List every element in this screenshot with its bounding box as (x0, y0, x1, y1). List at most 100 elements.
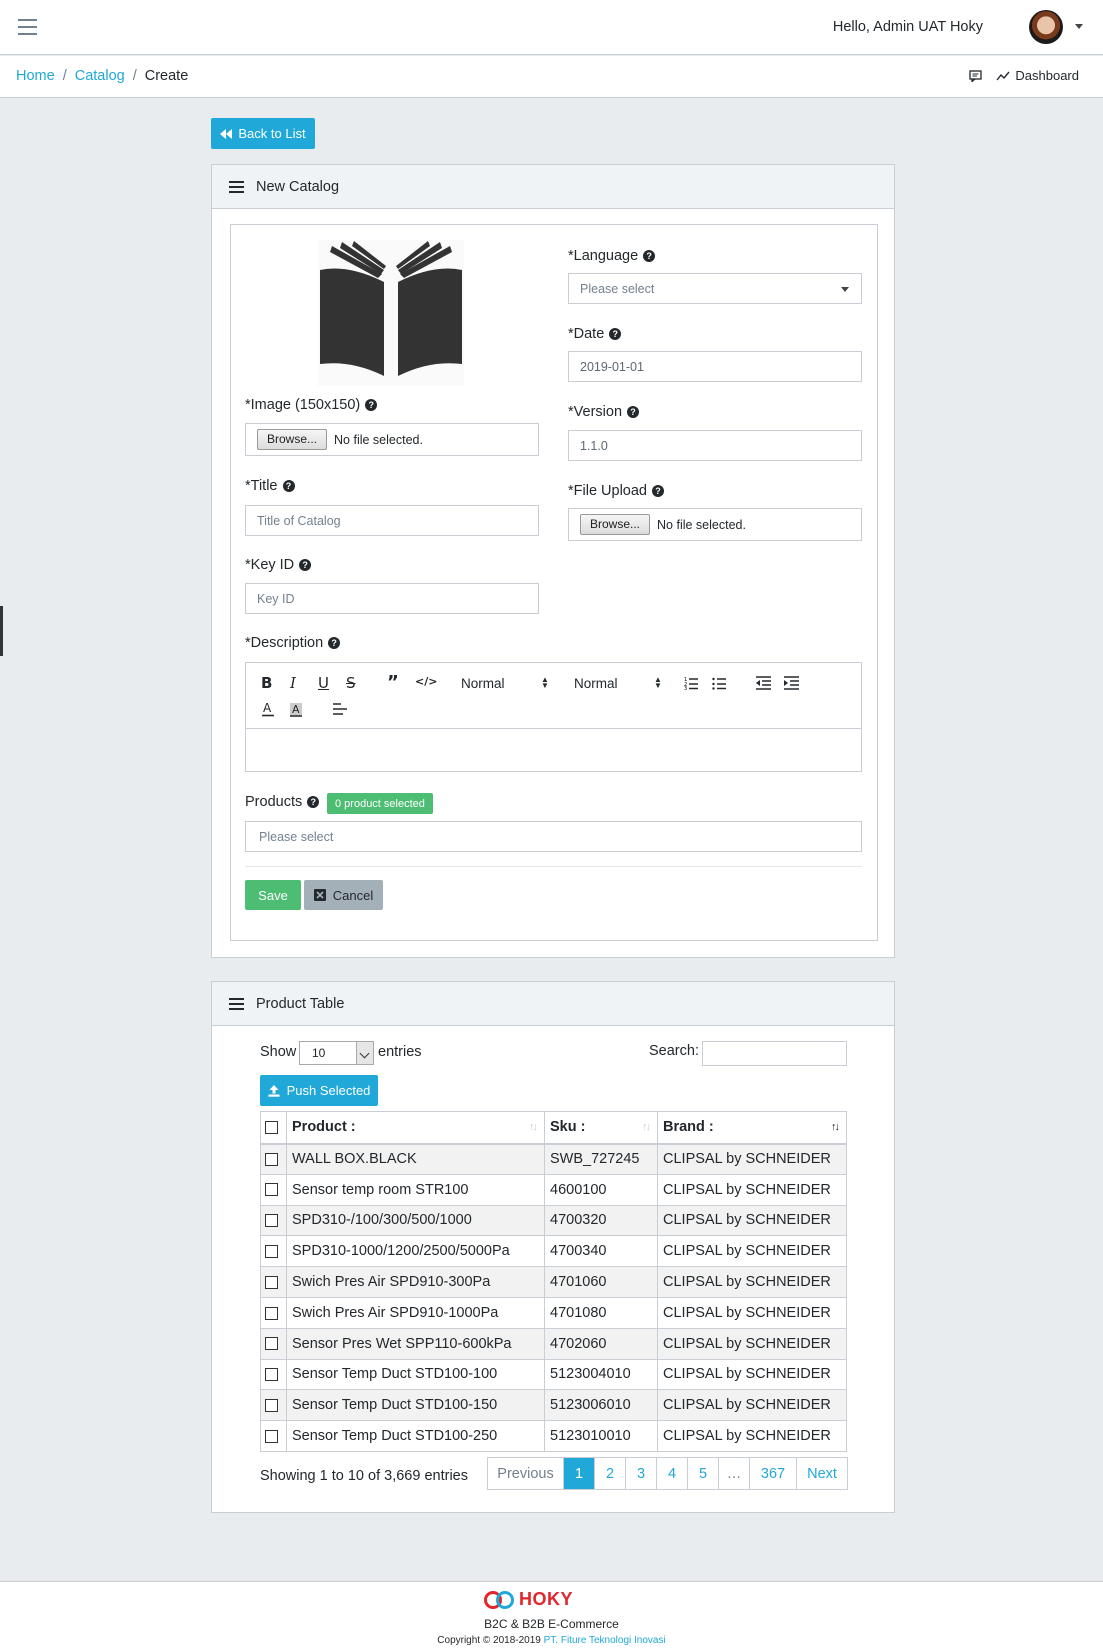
row-checkbox[interactable] (265, 1183, 278, 1197)
user-menu-caret-icon[interactable] (1075, 24, 1083, 29)
chevron-down-icon (841, 287, 849, 292)
image-browse-button[interactable]: Browse... (257, 429, 328, 450)
row-checkbox[interactable] (265, 1214, 278, 1228)
image-file-input[interactable]: Browse... No file selected. (245, 423, 539, 456)
sku-cell: 4700320 (544, 1204, 658, 1237)
page-length-select[interactable]: 10 (299, 1041, 374, 1065)
quote-icon[interactable]: ” (387, 672, 399, 693)
catalog-file-input[interactable]: Browse... No file selected. (568, 508, 862, 541)
brand-cell: CLIPSAL by SCHNEIDER (657, 1327, 847, 1360)
help-icon[interactable]: ? (328, 637, 341, 649)
new-catalog-header: New Catalog (212, 165, 894, 209)
pagination-page-1[interactable]: 1 (564, 1458, 595, 1489)
breadcrumb-home[interactable]: Home (16, 68, 55, 84)
text-color-icon[interactable]: A (261, 701, 275, 717)
company-link[interactable]: PT. Fiture Teknologi Inovasi (544, 1635, 666, 1646)
help-icon[interactable]: ? (627, 406, 640, 418)
avatar[interactable] (1029, 10, 1063, 44)
row-checkbox[interactable] (265, 1275, 278, 1289)
menu-toggle-icon[interactable] (18, 19, 37, 35)
breadcrumb-catalog[interactable]: Catalog (75, 68, 125, 84)
top-navbar: Hello, Admin UAT Hoky (0, 0, 1103, 55)
product-cell: Sensor Temp Duct STD100-150 (286, 1389, 545, 1422)
pagination-next[interactable]: Next (797, 1458, 847, 1489)
size-select[interactable]: Normal ▲ ▼ (574, 676, 664, 692)
hoky-logo-icon (484, 1590, 514, 1609)
column-sku[interactable]: Sku : ↑↓ (544, 1111, 658, 1145)
help-icon[interactable]: ? (282, 480, 295, 492)
pagination-previous[interactable]: Previous (488, 1458, 564, 1489)
version-input[interactable]: 1.1.0 (568, 430, 862, 461)
bullet-list-icon[interactable] (712, 676, 726, 690)
row-checkbox[interactable] (265, 1429, 278, 1443)
cancel-button[interactable]: Cancel (304, 880, 383, 910)
select-all-checkbox[interactable] (265, 1120, 278, 1134)
pagination-page-3[interactable]: 3 (626, 1458, 657, 1489)
heading-select[interactable]: Normal ▲ ▼ (461, 676, 551, 692)
dashboard-link[interactable]: Dashboard (996, 68, 1079, 83)
help-icon[interactable]: ? (652, 485, 664, 497)
back-to-list-button[interactable]: Back to List (211, 118, 315, 149)
back-to-list-label: Back to List (238, 126, 306, 141)
pagination-page-2[interactable]: 2 (595, 1458, 626, 1489)
product-cell: Sensor Pres Wet SPP110-600kPa (286, 1327, 545, 1360)
search-input[interactable] (702, 1041, 847, 1066)
file-browse-button[interactable]: Browse... (580, 514, 651, 535)
indent-icon[interactable] (784, 676, 799, 690)
keyid-input[interactable]: Key ID (245, 583, 539, 614)
row-checkbox[interactable] (265, 1244, 278, 1258)
svg-text:A: A (292, 703, 300, 716)
products-label-text: Products (245, 794, 303, 810)
column-brand[interactable]: Brand : ↑↓ (657, 1111, 847, 1145)
language-select[interactable]: Please select (568, 273, 862, 304)
hoky-logo-text: HOKY (519, 1589, 574, 1609)
help-icon[interactable]: ? (299, 559, 312, 571)
save-button[interactable]: Save (245, 880, 301, 910)
title-input[interactable]: Title of Catalog (245, 505, 539, 536)
column-product[interactable]: Product : ↑↓ (286, 1111, 545, 1145)
products-select[interactable]: Please select (245, 821, 862, 852)
pagination-page-last[interactable]: 367 (750, 1458, 797, 1489)
date-input[interactable]: 2019-01-01 (568, 351, 862, 382)
chevron-down-icon (356, 1042, 373, 1064)
row-select-cell (260, 1327, 287, 1360)
column-sku-label: Sku : (550, 1119, 586, 1136)
comment-icon[interactable] (969, 69, 983, 82)
row-checkbox[interactable] (265, 1337, 278, 1351)
strikethrough-icon[interactable]: S (346, 674, 356, 692)
help-icon[interactable]: ? (307, 796, 320, 808)
bold-icon[interactable]: B (261, 674, 272, 692)
heading-select-value: Normal (461, 676, 505, 691)
row-checkbox[interactable] (265, 1152, 278, 1166)
pagination-page-5[interactable]: 5 (688, 1458, 719, 1489)
user-greeting: Hello, Admin UAT Hoky (832, 19, 983, 35)
push-selected-button[interactable]: Push Selected (260, 1075, 378, 1106)
brand-cell: CLIPSAL by SCHNEIDER (657, 1296, 847, 1329)
hoky-logo[interactable]: HOKY (483, 1589, 573, 1610)
brand-cell: CLIPSAL by SCHNEIDER (657, 1358, 847, 1391)
chart-line-icon (996, 71, 1010, 80)
help-icon[interactable]: ? (365, 399, 378, 411)
select-all-cell (260, 1111, 287, 1145)
code-icon[interactable]: </> (415, 675, 437, 688)
row-select-cell (260, 1173, 287, 1206)
italic-icon[interactable]: I (290, 674, 296, 692)
help-icon[interactable]: ? (609, 328, 622, 340)
row-checkbox[interactable] (265, 1368, 278, 1382)
row-checkbox[interactable] (265, 1398, 278, 1412)
products-table: Product : ↑↓ Sku : ↑↓ Brand : ↑↓ WALL BOX.B… (260, 1111, 847, 1452)
sort-icon: ↑↓ (529, 1121, 538, 1133)
background-color-icon[interactable]: A (289, 701, 303, 717)
page-length-value: 10 (312, 1046, 326, 1060)
row-select-cell (260, 1266, 287, 1298)
underline-icon[interactable]: U (318, 674, 329, 692)
align-icon[interactable] (333, 703, 347, 716)
outdent-icon[interactable] (756, 676, 771, 690)
pagination-page-4[interactable]: 4 (657, 1458, 688, 1489)
help-icon[interactable]: ? (643, 250, 656, 262)
version-label-text: *Version (568, 404, 623, 420)
row-checkbox[interactable] (265, 1306, 278, 1320)
search-label: Search: (649, 1043, 699, 1059)
image-label: *Image (150x150)? (245, 397, 378, 413)
ordered-list-icon[interactable]: 123 (684, 676, 698, 690)
